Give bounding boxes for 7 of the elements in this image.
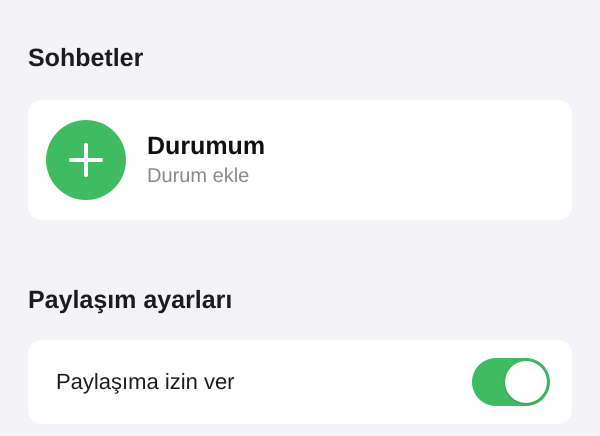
toggle-switch[interactable]	[472, 358, 550, 406]
status-name: Durumum	[147, 132, 266, 161]
section-heading: Paylaşım ayarları	[28, 285, 234, 316]
section-heading: Sohbetler	[28, 43, 144, 74]
status-subtitle: Durum ekle	[147, 165, 250, 188]
setting-label: Paylaşıma izin ver	[56, 369, 236, 395]
plus-icon	[68, 142, 104, 178]
